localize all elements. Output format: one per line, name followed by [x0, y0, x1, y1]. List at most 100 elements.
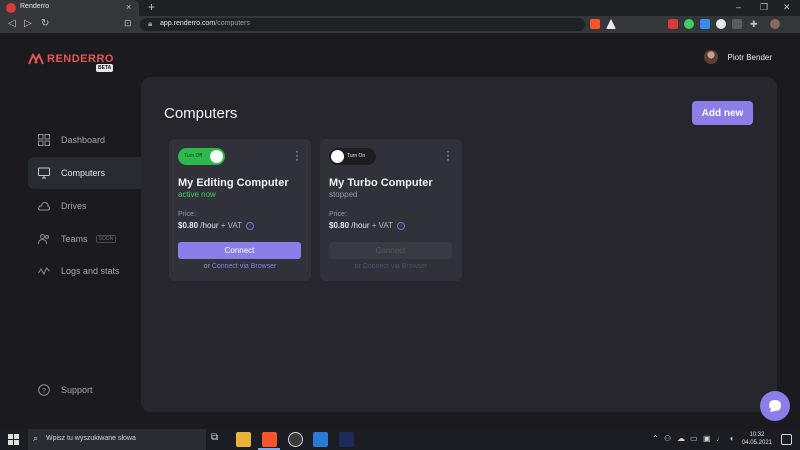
sidebar-item-label: Support	[61, 385, 93, 395]
brave-rewards-icon[interactable]	[606, 19, 616, 29]
tray-microphone-icon[interactable]: ♩	[716, 434, 724, 443]
tab-close-icon[interactable]: ×	[126, 2, 131, 12]
avatar	[703, 50, 718, 64]
computer-name: My Turbo Computer	[329, 177, 433, 189]
close-window-button[interactable]: ✕	[783, 2, 791, 13]
profile-avatar-icon[interactable]	[770, 19, 780, 29]
extension-grey-icon[interactable]	[732, 19, 742, 29]
back-icon[interactable]: ◁	[8, 18, 16, 29]
connect-via-browser-link: Connect via Browser	[362, 263, 428, 270]
renderro-logo-icon	[28, 53, 44, 65]
connect-via-browser-link[interactable]: Connect via Browser	[212, 263, 277, 270]
sidebar-item-teams[interactable]: Teams SOON	[28, 223, 142, 255]
sidebar-item-drives[interactable]: Drives	[28, 190, 142, 222]
search-icon: ⌕	[33, 433, 39, 443]
tray-monitor-icon[interactable]: ▣	[703, 434, 711, 443]
more-options-icon[interactable]: · · ·	[295, 145, 299, 165]
reload-icon[interactable]: ↻	[41, 18, 49, 29]
computer-name: My Editing Computer	[178, 177, 289, 189]
sidebar-item-computers[interactable]: Computers	[28, 157, 142, 189]
task-view-icon[interactable]: ⧉	[211, 432, 226, 447]
or-text: or	[203, 263, 210, 270]
monitor-icon	[38, 167, 50, 179]
tray-display-icon[interactable]: ▭	[690, 434, 698, 443]
renderro-favicon-icon	[6, 3, 16, 13]
forward-icon[interactable]: ▷	[24, 18, 32, 29]
address-bar-row: ◁ ▷ ↻ ⊡ 🔒︎ app.renderro.com/computers ✚	[0, 16, 800, 33]
chat-bubble-icon	[769, 400, 781, 412]
power-toggle[interactable]: Turn Off	[178, 148, 225, 165]
add-new-button[interactable]: Add new	[692, 101, 753, 125]
clock-date: 04.05.2021	[741, 440, 772, 446]
info-icon[interactable]: i	[246, 221, 255, 230]
power-toggle[interactable]: Turn On	[329, 148, 376, 165]
url-bar[interactable]: 🔒︎ app.renderro.com/computers	[140, 18, 585, 31]
users-icon	[38, 233, 50, 245]
vscode-icon[interactable]	[313, 432, 328, 447]
toggle-label: Turn Off	[184, 153, 203, 159]
extension-white-icon[interactable]	[716, 19, 726, 29]
tab-title: Renderro	[20, 3, 50, 10]
computer-card-editing: Turn Off · · · My Editing Computer active …	[169, 139, 311, 281]
tray-people-icon[interactable]: ⚇	[664, 434, 671, 443]
file-explorer-icon[interactable]	[236, 432, 251, 447]
browser-connect-line: or Connect via Browser	[320, 263, 462, 270]
taskbar-search[interactable]: ⌕ Wpisz tu wyszukiwane słowa	[28, 429, 206, 450]
tray-chevron-icon[interactable]: ⌃	[652, 434, 659, 443]
tray-volume-icon[interactable]: ◖	[729, 434, 734, 443]
price-value: $0.80	[178, 221, 199, 230]
sidebar-item-logs[interactable]: Logs and stats	[28, 255, 142, 287]
extension-red-icon[interactable]	[668, 19, 678, 29]
extension-grammarly-icon[interactable]	[684, 19, 694, 29]
brave-browser-icon[interactable]	[262, 432, 277, 447]
sidebar-item-label: Teams	[61, 234, 88, 244]
browser-tab[interactable]: Renderro ×	[0, 0, 139, 16]
connect-button[interactable]: Connect	[178, 242, 301, 259]
windows-start-icon[interactable]	[8, 434, 19, 445]
sidebar-item-label: Computers	[61, 168, 106, 178]
minimize-button[interactable]: –	[736, 2, 741, 12]
price-unit: /hour	[351, 221, 370, 230]
price-value: $0.80	[329, 221, 350, 230]
url-text: app.renderro.com/computers	[160, 20, 250, 27]
url-path: /computers	[215, 20, 250, 27]
computer-status: active now	[178, 190, 216, 199]
help-icon: ?	[38, 384, 50, 396]
extensions-puzzle-icon[interactable]: ✚	[750, 19, 760, 29]
price-unit: /hour	[200, 221, 219, 230]
new-tab-button[interactable]: +	[148, 0, 155, 14]
beta-badge: BETA	[96, 64, 114, 72]
bookmark-icon[interactable]: ⊡	[124, 18, 132, 29]
windows-taskbar: ⌕ Wpisz tu wyszukiwane słowa ⧉ ⌃ ⚇ ☁ ▭ ▣…	[0, 429, 800, 450]
sidebar-item-label: Drives	[61, 201, 87, 211]
notification-center-icon[interactable]	[781, 434, 792, 445]
tray-cloud-icon[interactable]: ☁	[677, 434, 685, 443]
computer-status: stopped	[329, 190, 358, 199]
cloud-icon	[38, 200, 51, 212]
taskbar-clock[interactable]: 10:32 04.05.2021	[742, 431, 772, 447]
sidebar-item-label: Logs and stats	[61, 266, 120, 276]
extension-blue-icon[interactable]	[700, 19, 710, 29]
info-icon[interactable]: i	[397, 221, 406, 230]
sidebar-item-dashboard[interactable]: Dashboard	[28, 124, 142, 156]
browser-connect-line: or Connect via Browser	[169, 263, 311, 270]
svg-text:?: ?	[42, 388, 46, 395]
brave-shield-icon[interactable]	[590, 19, 600, 29]
maximize-button[interactable]: ❐	[760, 2, 768, 13]
clock-app-icon[interactable]	[288, 432, 303, 447]
user-menu[interactable]: Piotr Bender	[703, 50, 772, 64]
price-line: $0.80 /hour + VAT i	[178, 221, 255, 230]
price-line: $0.80 /hour + VAT i	[329, 221, 406, 230]
taskbar-search-placeholder: Wpisz tu wyszukiwane słowa	[46, 435, 136, 442]
or-text: or	[354, 263, 361, 270]
chat-button[interactable]	[760, 391, 790, 421]
more-options-icon[interactable]: · · ·	[446, 145, 450, 165]
toggle-knob	[331, 150, 344, 163]
sidebar-item-support[interactable]: ? Support	[28, 374, 142, 406]
computer-card-turbo: Turn On · · · My Turbo Computer stopped Pr…	[320, 139, 462, 281]
photoshop-icon[interactable]	[339, 432, 354, 447]
soon-badge: SOON	[95, 235, 117, 243]
url-host: app.renderro.com	[160, 20, 216, 27]
lock-icon: 🔒︎	[148, 19, 153, 28]
chart-line-icon	[38, 265, 50, 277]
